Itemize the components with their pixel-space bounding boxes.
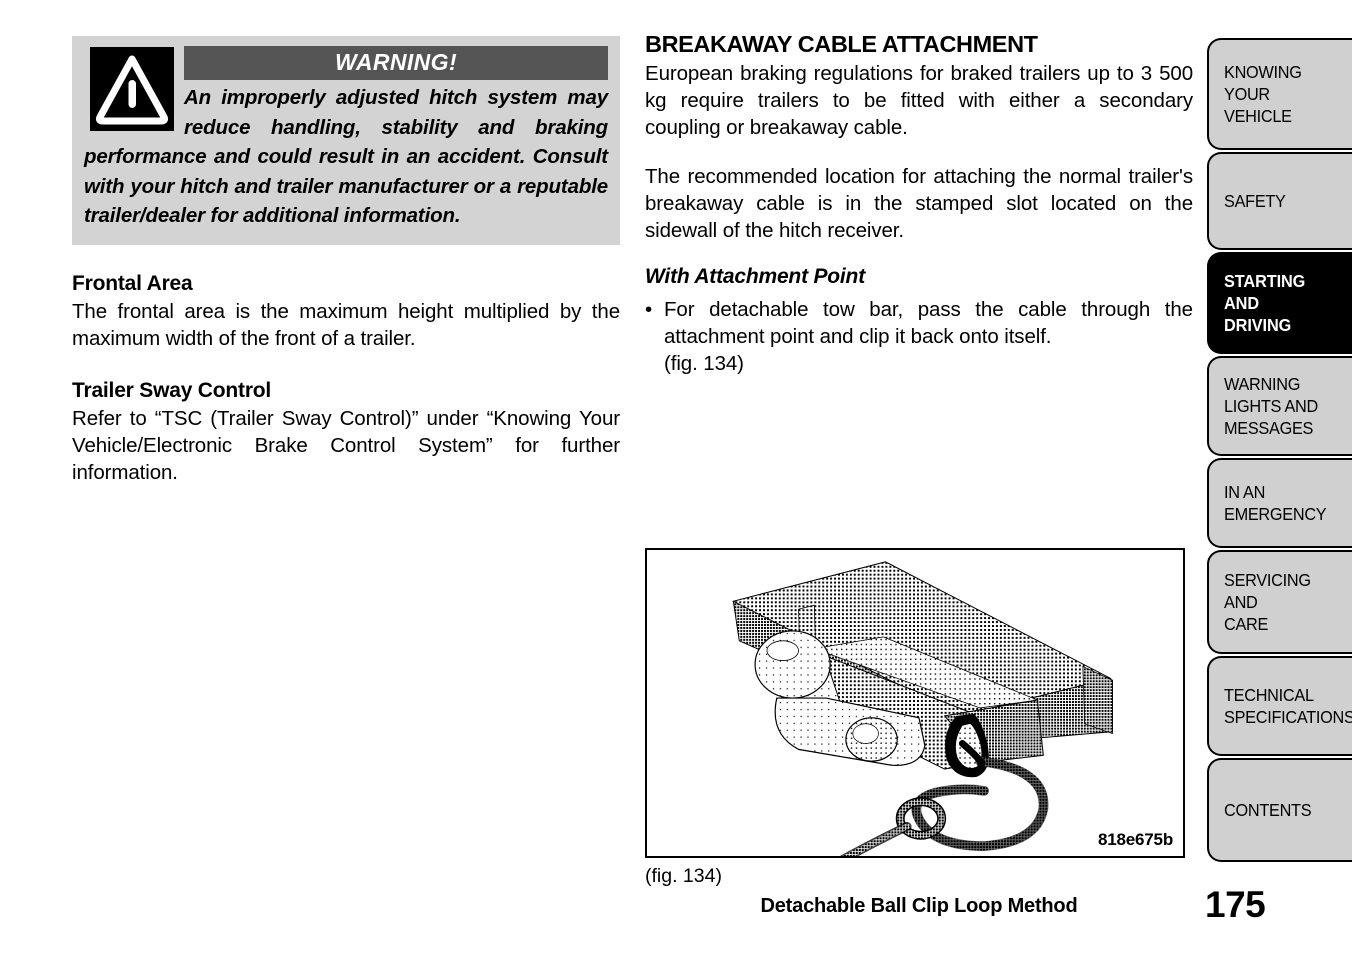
warning-triangle-icon bbox=[90, 47, 174, 131]
section-heading: Frontal Area bbox=[72, 271, 193, 295]
figure-image: 818e675b bbox=[645, 548, 1185, 858]
figure-caption: Detachable Ball Clip Loop Method bbox=[760, 895, 1078, 917]
bullet-item: • For detachable tow bar, pass the cable… bbox=[645, 296, 1193, 377]
warning-banner-label: WARNING! bbox=[184, 46, 608, 80]
bullet-text-figure-reference: (fig. 134) bbox=[664, 352, 744, 375]
section-tabs: KNOWING YOUR VEHICLE SAFETY STARTING AND… bbox=[1207, 38, 1352, 864]
sidebar-item-starting-and-driving[interactable]: STARTING AND DRIVING bbox=[1207, 252, 1352, 354]
sub-heading-with-attachment-point: With Attachment Point bbox=[645, 265, 865, 288]
figure-id-label: 818e675b bbox=[1096, 830, 1175, 850]
bullet-marker: • bbox=[645, 298, 653, 321]
sidebar-item-warning-lights-and-messages[interactable]: WARNING LIGHTS AND MESSAGES bbox=[1207, 356, 1352, 456]
sidebar-item-label: SERVICING AND CARE bbox=[1224, 570, 1311, 634]
sidebar-item-technical-specifications[interactable]: TECHNICAL SPECIFICATIONS bbox=[1207, 656, 1352, 756]
bullet-text: For detachable tow bar, pass the cable t… bbox=[664, 296, 1193, 377]
sidebar-item-servicing-and-care[interactable]: SERVICING AND CARE bbox=[1207, 550, 1352, 654]
sidebar-item-label: IN AN EMERGENCY bbox=[1224, 482, 1327, 524]
sidebar-item-label: CONTENTS bbox=[1224, 800, 1312, 820]
sidebar-item-label: KNOWING YOUR VEHICLE bbox=[1224, 62, 1302, 126]
left-column: WARNING! An improperly adjusted hitch sy… bbox=[72, 36, 620, 486]
sidebar-item-label: SAFETY bbox=[1224, 191, 1286, 211]
page-title: BREAKAWAY CABLE ATTACHMENT bbox=[645, 31, 1038, 57]
right-column: BREAKAWAY CABLE ATTACHMENT European brak… bbox=[645, 30, 1193, 377]
sidebar-item-contents[interactable]: CONTENTS bbox=[1207, 758, 1352, 862]
sidebar-item-safety[interactable]: SAFETY bbox=[1207, 152, 1352, 250]
intro-paragraph-2: The recommended location for attaching t… bbox=[645, 165, 1193, 242]
warning-callout: WARNING! An improperly adjusted hitch sy… bbox=[72, 36, 620, 245]
sidebar-item-label: TECHNICAL SPECIFICATIONS bbox=[1224, 685, 1352, 727]
sidebar-item-in-an-emergency[interactable]: IN AN EMERGENCY bbox=[1207, 458, 1352, 548]
tow-bar-illustration bbox=[648, 550, 1182, 856]
section-body: The frontal area is the maximum height m… bbox=[72, 299, 620, 350]
section-heading: Trailer Sway Control bbox=[72, 378, 272, 402]
section-trailer-sway-control: Trailer Sway Control Refer to “TSC (Trai… bbox=[72, 378, 620, 486]
intro-paragraph-1: European braking regulations for braked … bbox=[645, 62, 1193, 139]
section-body: Refer to “TSC (Trailer Sway Control)” un… bbox=[72, 406, 620, 484]
manual-page: WARNING! An improperly adjusted hitch sy… bbox=[0, 0, 1352, 954]
section-frontal-area: Frontal Area The frontal area is the max… bbox=[72, 271, 620, 352]
sidebar-item-label: WARNING LIGHTS AND MESSAGES bbox=[1224, 374, 1318, 438]
sidebar-item-label: STARTING AND DRIVING bbox=[1224, 271, 1306, 335]
page-number: 175 bbox=[1205, 884, 1266, 925]
figure-reference: (fig. 134) bbox=[645, 865, 722, 887]
sidebar-item-knowing-your-vehicle[interactable]: KNOWING YOUR VEHICLE bbox=[1207, 38, 1352, 150]
bullet-text-main: For detachable tow bar, pass the cable t… bbox=[664, 298, 1193, 348]
